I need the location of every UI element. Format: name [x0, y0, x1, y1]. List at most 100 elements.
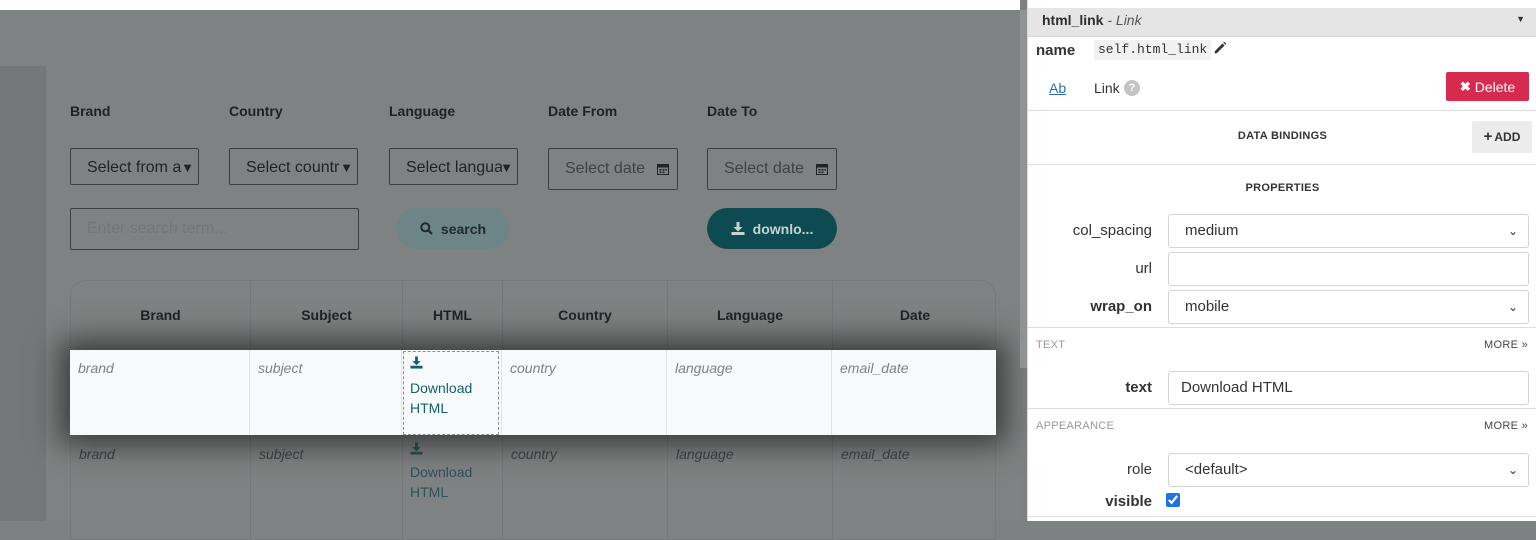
download-button[interactable]: downlo... — [707, 208, 837, 249]
divider — [1028, 327, 1536, 328]
caret-down-icon: ▼ — [500, 160, 513, 175]
column-header-html[interactable]: HTML — [403, 281, 503, 351]
brand-label: Brand — [70, 103, 111, 119]
table-cell-date: email_date — [841, 446, 910, 462]
component-name-text: html_link — [1042, 12, 1104, 28]
canvas-top-strip — [0, 0, 1020, 10]
selected-table-row[interactable]: brand subject Download HTML country lang… — [70, 350, 996, 435]
component-selector[interactable]: html_link - Link ▼ — [1028, 8, 1536, 37]
canvas-scrollbar[interactable] — [1020, 10, 1027, 368]
date-from-label: Date From — [548, 103, 618, 119]
search-button[interactable]: search — [396, 208, 510, 249]
properties-title: PROPERTIES — [1245, 182, 1320, 194]
calendar-icon — [816, 164, 828, 175]
component-type: - Link — [1107, 12, 1142, 28]
divider — [1028, 516, 1536, 517]
download-html-link[interactable]: Download HTML — [410, 378, 492, 418]
component-name: html_link - Link — [1042, 12, 1142, 28]
table-cell-language: language — [667, 350, 832, 435]
html-link-component[interactable]: Download HTML — [403, 351, 499, 435]
search-button-label: search — [440, 220, 487, 237]
text-section-title: TEXT — [1036, 339, 1066, 351]
date-to-placeholder: Select date — [724, 160, 805, 177]
search-input[interactable] — [70, 208, 359, 250]
table-cell-brand: brand — [71, 436, 251, 539]
download-icon — [410, 442, 423, 455]
visible-label: visible — [1105, 493, 1152, 510]
table-cell-html: Download HTML — [403, 436, 503, 539]
column-header-brand[interactable]: Brand — [71, 281, 251, 351]
calendar-icon — [657, 164, 669, 175]
date-to-picker[interactable]: Select date — [707, 148, 837, 190]
designer-canvas: Brand Country Language Date From Date To… — [0, 0, 1020, 540]
appearance-section-title: APPEARANCE — [1036, 420, 1115, 432]
language-dropdown[interactable]: Select langua ▼ — [389, 148, 518, 185]
add-button-label: ADD — [1494, 130, 1521, 144]
chevron-down-icon: ⌄ — [1507, 300, 1518, 314]
text-more-toggle[interactable]: MORE » — [1484, 339, 1528, 351]
column-header-date[interactable]: Date — [833, 281, 995, 351]
delete-button[interactable]: ✖ Delete — [1446, 72, 1529, 101]
download-button-label: downlo... — [752, 220, 814, 237]
table-cell-country: country — [502, 350, 667, 435]
caret-down-icon: ▼ — [181, 160, 194, 175]
date-from-placeholder: Select date — [565, 160, 646, 177]
close-icon: ✖ — [1459, 78, 1471, 94]
role-select[interactable]: <default> ⌄ — [1168, 453, 1529, 487]
date-from-picker[interactable]: Select date — [548, 148, 678, 190]
name-label: name — [1036, 42, 1076, 59]
url-label: url — [1135, 260, 1152, 277]
canvas-left-strip — [0, 66, 46, 521]
col-spacing-select[interactable]: medium ⌄ — [1168, 214, 1529, 248]
table-cell-subject: subject — [250, 350, 402, 435]
chevron-down-icon: ⌄ — [1507, 463, 1518, 477]
url-input[interactable] — [1168, 252, 1529, 286]
brand-dropdown[interactable]: Select from a ▼ — [70, 148, 199, 185]
tab-link[interactable]: Link — [1094, 80, 1120, 96]
pencil-icon[interactable] — [1213, 41, 1227, 55]
add-binding-button[interactable]: + ADD — [1472, 121, 1532, 153]
caret-down-icon: ▼ — [340, 160, 353, 175]
download-html-link[interactable]: Download HTML — [410, 462, 495, 502]
caret-down-icon: ▼ — [1516, 14, 1525, 24]
component-name-value[interactable]: self.html_link — [1094, 40, 1212, 60]
appearance-more-toggle[interactable]: MORE » — [1484, 420, 1528, 432]
properties-panel: html_link - Link ▼ name self.html_link A… — [1027, 0, 1536, 521]
wrap-on-value: mobile — [1185, 298, 1230, 315]
visible-checkbox[interactable] — [1166, 493, 1180, 507]
table-cell-subject: subject — [251, 436, 403, 539]
column-header-language[interactable]: Language — [668, 281, 833, 351]
plus-icon: + — [1483, 128, 1493, 145]
download-icon — [410, 356, 423, 369]
language-label: Language — [389, 103, 456, 119]
table-cell-country: country — [503, 436, 668, 539]
help-icon[interactable]: ? — [1124, 80, 1140, 96]
wrap-on-label: wrap_on — [1090, 298, 1152, 315]
column-header-country[interactable]: Country — [503, 281, 668, 351]
text-label: text — [1125, 379, 1152, 396]
role-label: role — [1126, 461, 1152, 478]
text-input[interactable]: Download HTML — [1168, 371, 1529, 405]
delete-button-label: Delete — [1474, 78, 1516, 95]
more-label: MORE — [1484, 339, 1519, 351]
divider — [1028, 164, 1536, 165]
chevron-down-icon: ⌄ — [1507, 224, 1518, 238]
double-chevron-down-icon: » — [1521, 339, 1528, 351]
table-cell-brand: brand — [70, 350, 250, 435]
search-icon — [420, 222, 433, 235]
text-input-value: Download HTML — [1181, 379, 1293, 396]
country-dropdown-value: Select countr — [246, 159, 340, 176]
column-header-subject[interactable]: Subject — [251, 281, 403, 351]
table-cell-date: email_date — [840, 360, 909, 376]
data-bindings-title: DATA BINDINGS — [1237, 130, 1328, 142]
double-chevron-down-icon: » — [1521, 420, 1528, 432]
country-dropdown[interactable]: Select countr ▼ — [229, 148, 358, 185]
divider — [1028, 110, 1536, 111]
date-to-label: Date To — [707, 103, 758, 119]
tab-ab[interactable]: Ab — [1049, 80, 1066, 96]
wrap-on-select[interactable]: mobile ⌄ — [1168, 290, 1529, 324]
role-value: <default> — [1185, 461, 1248, 478]
divider — [1028, 408, 1536, 409]
col-spacing-value: medium — [1185, 222, 1239, 239]
more-label: MORE — [1484, 420, 1519, 432]
